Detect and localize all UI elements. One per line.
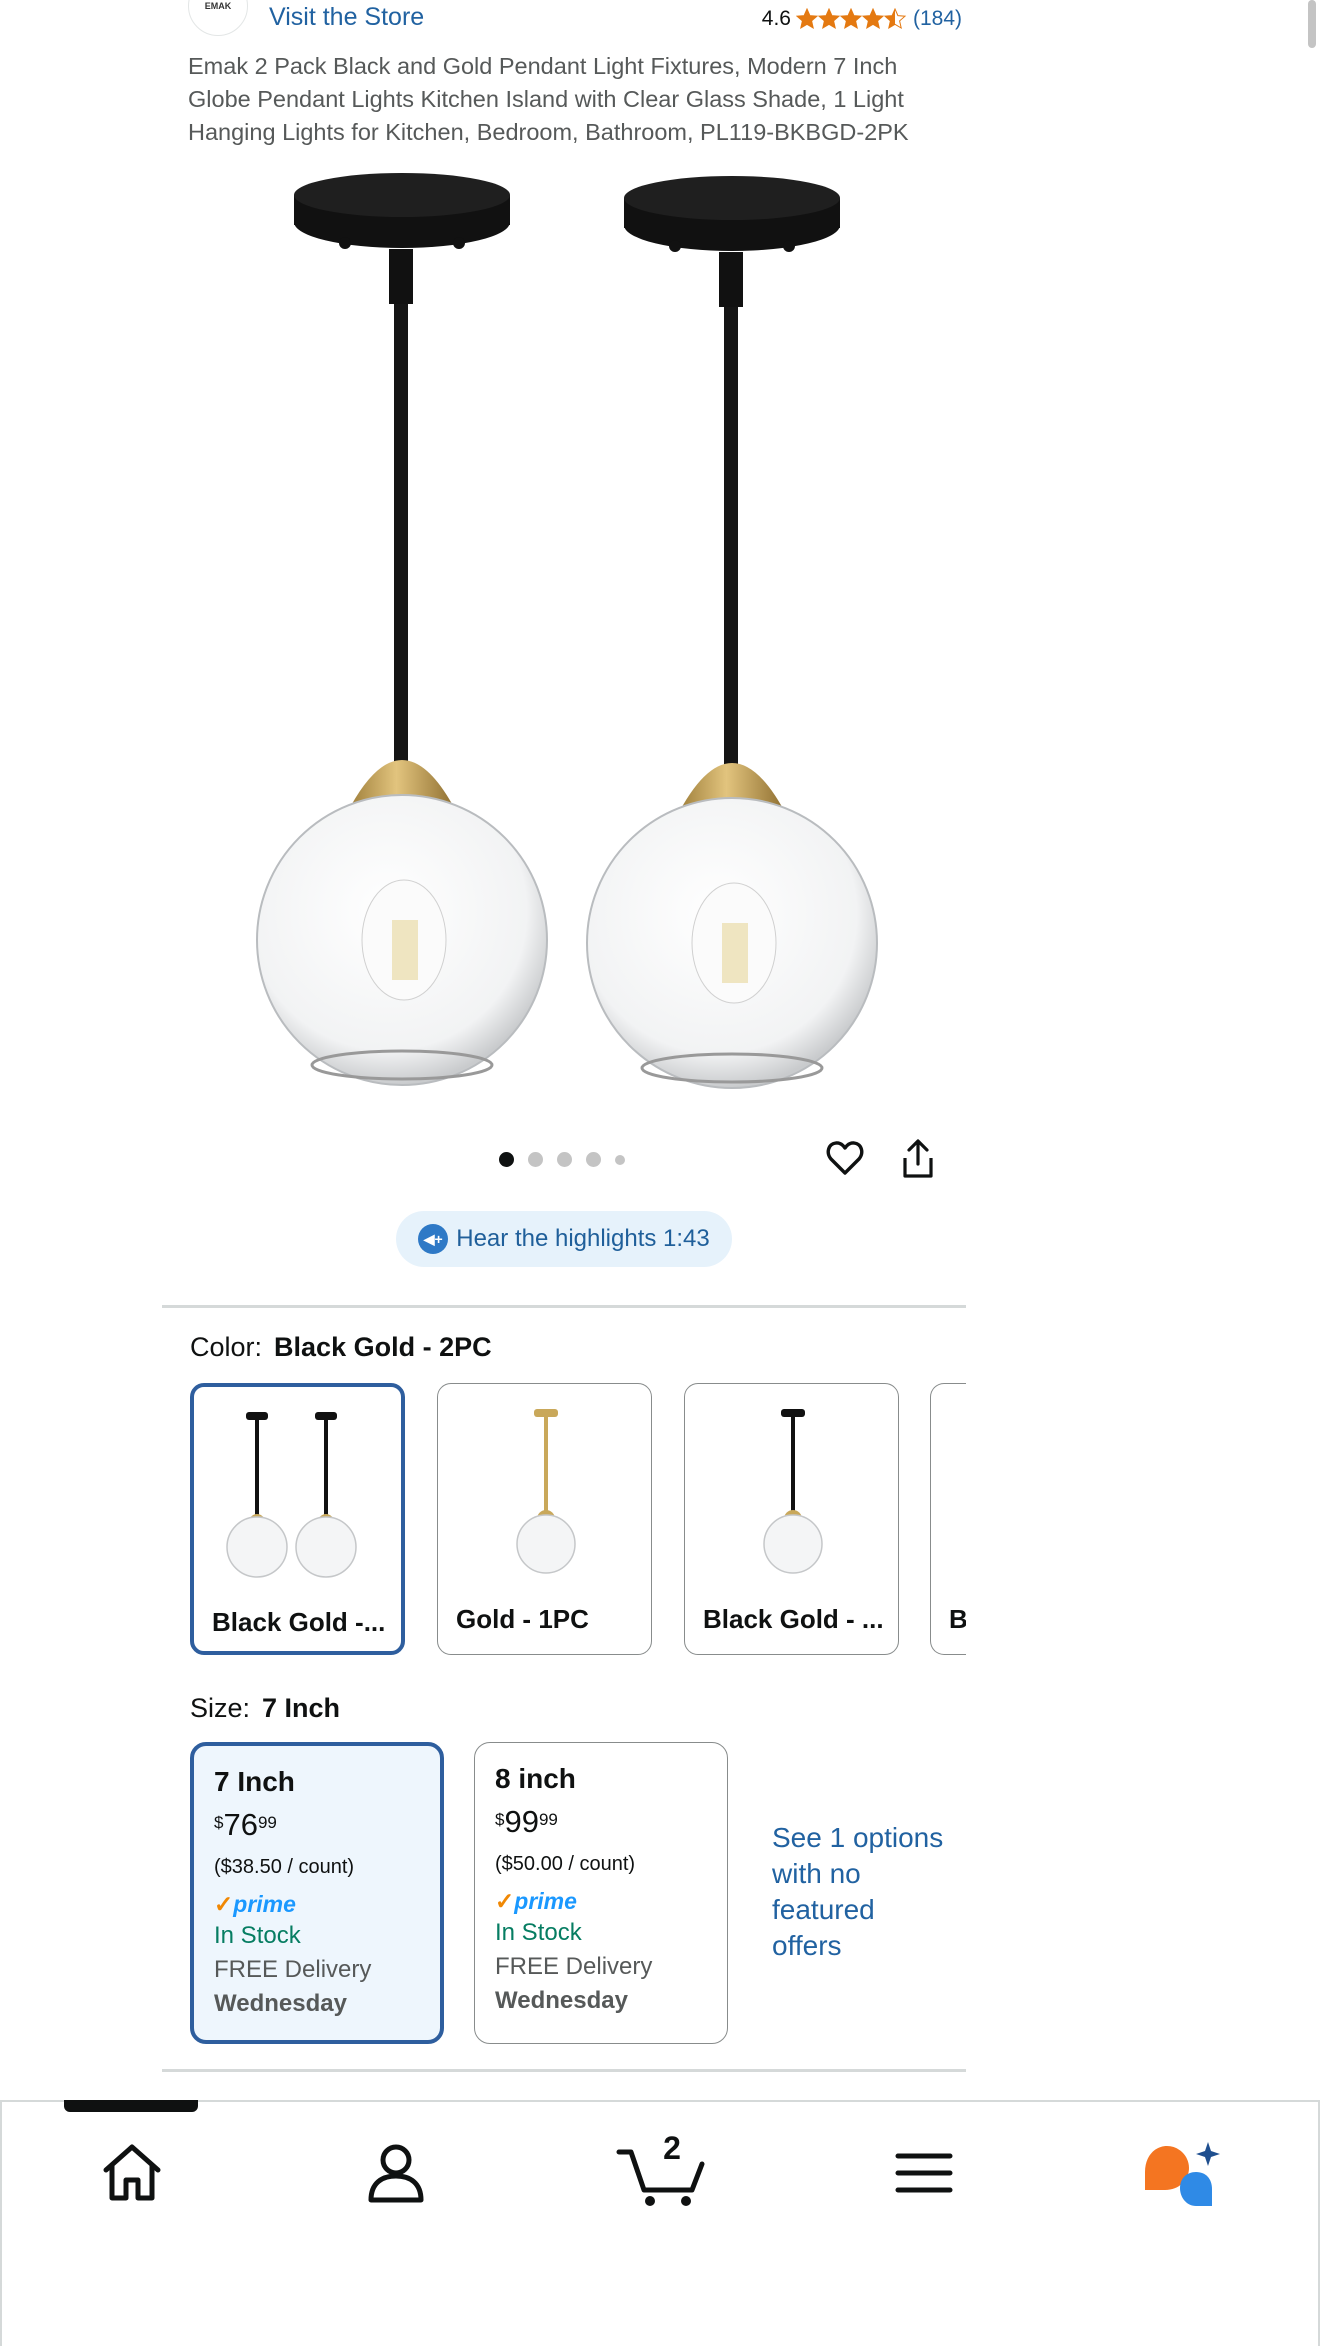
pager-dot[interactable] — [557, 1152, 572, 1167]
price-currency: $ — [495, 1810, 505, 1829]
product-title: Emak 2 Pack Black and Gold Pendant Light… — [188, 53, 909, 145]
section-divider — [162, 1305, 966, 1308]
price-fraction: 99 — [257, 1813, 277, 1832]
product-image[interactable] — [222, 165, 902, 1105]
swatch-label: Black Gold - ... — [703, 1604, 884, 1634]
price-currency: $ — [214, 1813, 224, 1832]
section-divider — [162, 2069, 966, 2072]
pager-dot[interactable] — [615, 1154, 625, 1165]
delivery-text: FREE Delivery — [495, 1953, 653, 1980]
size-heading: Size: 7 Inch — [190, 1693, 340, 1724]
share-icon[interactable] — [899, 1138, 937, 1180]
color-swatch-black-gold-1pc[interactable]: Black Gold - ... — [684, 1383, 899, 1655]
pager-dot[interactable] — [499, 1152, 514, 1167]
home-icon[interactable] — [100, 2138, 164, 2208]
pager-dot[interactable] — [528, 1152, 543, 1167]
visit-store-link[interactable]: Visit the Store — [269, 3, 424, 32]
color-swatch-gold-1pc[interactable]: Gold - 1PC — [437, 1383, 652, 1655]
delivery-day: Wednesday — [214, 1990, 347, 2017]
size-option-7-inch[interactable]: 7 Inch $7699 ($38.50 / count) ✓prime In … — [190, 1742, 444, 2044]
see-other-options-link[interactable]: See 1 options with no featured offers — [772, 1820, 952, 1964]
prime-badge: ✓prime — [495, 1888, 652, 1915]
color-label: Color: — [190, 1332, 263, 1362]
rating-stars-icon — [796, 8, 906, 29]
unit-price: ($38.50 / count) — [214, 1856, 355, 1878]
rating[interactable]: 4.6 (184) — [762, 7, 962, 31]
size-option-8-inch[interactable]: 8 inch $9999 ($50.00 / count) ✓prime In … — [474, 1742, 728, 2044]
swatch-thumbnail — [763, 1409, 823, 1574]
color-heading: Color: Black Gold - 2PC — [190, 1332, 492, 1363]
color-swatch-black-gold-2pc[interactable]: Black Gold -... — [190, 1383, 405, 1655]
price: $7699 — [214, 1808, 371, 1842]
hear-highlights-label: Hear the highlights 1:43 — [456, 1225, 710, 1252]
price-whole: 76 — [223, 1807, 258, 1842]
swatch-label: Gold - 1PC — [456, 1604, 589, 1634]
swatch-label: B — [949, 1604, 966, 1634]
rufus-assistant-icon[interactable] — [1140, 2138, 1226, 2208]
pendant-lamp-right — [586, 176, 878, 1089]
size-option-name: 8 inch — [495, 1763, 576, 1794]
size-option-name: 7 Inch — [214, 1766, 295, 1797]
rating-value: 4.6 — [761, 7, 791, 30]
size-label: Size: — [190, 1693, 251, 1723]
price-whole: 99 — [504, 1804, 539, 1839]
swatch-label: Black Gold -... — [212, 1607, 386, 1637]
audio-sparkle-icon: ◀+ — [418, 1224, 449, 1254]
store-logo[interactable]: EMAK — [188, 0, 248, 36]
hear-highlights-button[interactable]: ◀+ Hear the highlights 1:43 — [396, 1211, 732, 1267]
nav-active-indicator — [64, 2100, 198, 2112]
unit-price: ($50.00 / count) — [495, 1853, 636, 1875]
menu-icon[interactable] — [892, 2138, 956, 2208]
pendant-lamp-left — [256, 173, 548, 1086]
scrollbar[interactable] — [1308, 0, 1316, 48]
cart-count-badge: 2 — [663, 2130, 681, 2166]
swatch-thumbnail — [226, 1412, 357, 1578]
price-fraction: 99 — [538, 1810, 558, 1829]
color-swatch-partial[interactable]: B — [930, 1383, 966, 1655]
prime-label: prime — [233, 1891, 296, 1917]
prime-check-icon: ✓ — [214, 1891, 234, 1917]
swatch-thumbnail — [516, 1409, 576, 1574]
heart-icon[interactable] — [825, 1138, 865, 1178]
delivery-day: Wednesday — [495, 1987, 628, 2014]
rating-count: (184) — [912, 7, 962, 30]
color-selected: Black Gold - 2PC — [274, 1332, 492, 1362]
prime-label: prime — [514, 1888, 577, 1914]
prime-badge: ✓prime — [214, 1891, 371, 1918]
pager-dot[interactable] — [586, 1152, 601, 1167]
delivery-text: FREE Delivery — [214, 1956, 372, 1983]
price: $9999 — [495, 1805, 652, 1839]
store-row: EMAK Visit the Store 4.6 (184) — [162, 0, 962, 40]
stock-status: In Stock — [495, 1919, 582, 1946]
account-icon[interactable] — [364, 2138, 428, 2208]
prime-check-icon: ✓ — [495, 1888, 515, 1914]
stock-status: In Stock — [214, 1922, 301, 1949]
image-pager[interactable] — [499, 1152, 625, 1167]
store-logo-text: EMAK — [204, 1, 232, 11]
size-selected: 7 Inch — [262, 1693, 341, 1723]
